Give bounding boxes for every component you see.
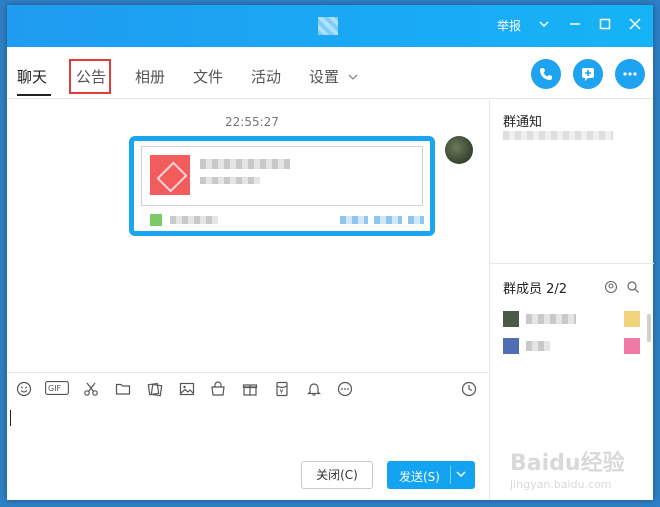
- member-name-redacted: [526, 314, 576, 324]
- file-source-redacted: [170, 216, 218, 224]
- member-name-redacted: [526, 341, 550, 351]
- emoji-icon[interactable]: [14, 381, 34, 401]
- preview-link[interactable]: [340, 216, 368, 224]
- tab-bar: 聊天 公告 相册 文件 活动 设置: [7, 47, 653, 99]
- message-input[interactable]: 关闭(C) 发送(S): [7, 406, 488, 500]
- tab-files[interactable]: 文件: [193, 66, 223, 87]
- qq-group-chat-window: 举报 聊天 公告 相册 文件 活动 设置 22:55:27 GIF ¥ 关闭(C…: [7, 5, 654, 500]
- file-info: [141, 146, 423, 206]
- member-avatar[interactable]: [503, 311, 519, 327]
- minimize-icon[interactable]: [564, 15, 586, 37]
- close-button[interactable]: 关闭(C): [301, 461, 373, 489]
- svg-text:GIF: GIF: [48, 384, 62, 393]
- gift-icon[interactable]: [240, 381, 260, 401]
- member-badge-icon: [624, 338, 640, 354]
- group-avatar: [318, 17, 338, 35]
- pdf-file-icon: [150, 155, 190, 195]
- file-name-redacted: [200, 159, 290, 169]
- search-icon[interactable]: [624, 280, 642, 298]
- file-source-icon: [150, 214, 162, 226]
- settings-chevron-icon[interactable]: [347, 69, 359, 87]
- history-icon[interactable]: [459, 381, 479, 401]
- maximize-icon[interactable]: [594, 15, 616, 37]
- file-message-card[interactable]: [129, 136, 435, 236]
- file-size-redacted: [200, 177, 260, 184]
- notice-title[interactable]: 群通知: [503, 111, 542, 130]
- annotation-highlight: [69, 59, 111, 94]
- folder-icon[interactable]: [113, 381, 133, 401]
- send-options-chevron-icon[interactable]: [455, 466, 467, 485]
- active-tab-indicator: [17, 94, 51, 96]
- gallery-icon[interactable]: [145, 381, 165, 401]
- tab-activity[interactable]: 活动: [251, 66, 281, 87]
- member-badge-icon: [624, 311, 640, 327]
- red-envelope-icon[interactable]: ¥: [272, 381, 292, 401]
- chevron-down-icon[interactable]: [533, 15, 555, 37]
- watermark-logo: Baidu经验: [510, 451, 625, 476]
- report-link[interactable]: 举报: [497, 17, 521, 34]
- sender-avatar[interactable]: [445, 136, 473, 164]
- send-divider: [450, 466, 451, 484]
- text-caret: [10, 410, 11, 426]
- scissors-icon[interactable]: [81, 381, 101, 401]
- image-icon[interactable]: [177, 381, 197, 401]
- message-timestamp: 22:55:27: [225, 115, 279, 129]
- more-options-button[interactable]: [615, 59, 645, 89]
- tab-settings[interactable]: 设置: [309, 66, 339, 87]
- members-title: 群成员 2/2: [503, 282, 568, 297]
- watermark-url: jingyan.baidu.com: [510, 478, 612, 491]
- tab-chat[interactable]: 聊天: [17, 66, 47, 87]
- more-icon[interactable]: [335, 381, 355, 401]
- gif-icon[interactable]: GIF: [45, 381, 69, 401]
- send-button-label: 发送(S): [399, 470, 440, 484]
- notice-content-redacted: [503, 131, 613, 140]
- message-area[interactable]: 22:55:27: [7, 100, 488, 372]
- group-info-panel: 群通知 群成员 2/2 Baidu经验 jingyan.baidu.com: [489, 100, 654, 500]
- member-manage-icon[interactable]: [602, 280, 620, 298]
- member-list-scrollbar[interactable]: [647, 314, 651, 342]
- call-button[interactable]: [531, 59, 561, 89]
- send-button[interactable]: 发送(S): [387, 461, 475, 489]
- add-chat-button[interactable]: [573, 59, 603, 89]
- tab-album[interactable]: 相册: [135, 66, 165, 87]
- member-avatar[interactable]: [503, 338, 519, 354]
- shop-icon[interactable]: [208, 381, 228, 401]
- open-link[interactable]: [374, 216, 402, 224]
- svg-text:¥: ¥: [280, 389, 284, 396]
- input-toolbar: GIF ¥: [7, 372, 488, 406]
- close-icon[interactable]: [624, 15, 646, 37]
- more-link[interactable]: [408, 216, 424, 224]
- panel-divider: [490, 263, 654, 264]
- title-bar[interactable]: 举报: [7, 5, 653, 47]
- bell-icon[interactable]: [304, 381, 324, 401]
